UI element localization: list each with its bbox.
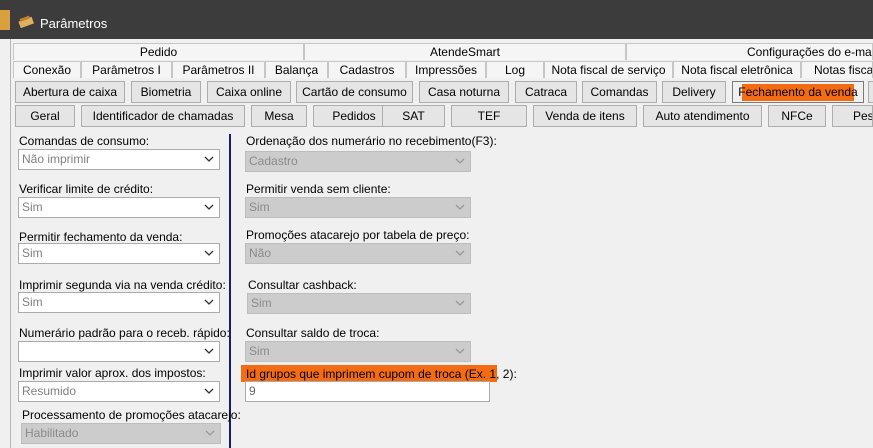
tab-pedido[interactable]: Pedido (13, 43, 304, 60)
chevron-down-icon (455, 300, 465, 306)
tab-fechamento-venda[interactable]: Fechamento da venda (732, 81, 864, 103)
tab-identificador-chamadas[interactable]: Identificador de chamadas (81, 105, 245, 127)
chevron-down-icon (455, 158, 465, 164)
impostos-select[interactable]: Resumido (18, 381, 220, 402)
tab-biometria[interactable]: Biometria (131, 81, 201, 103)
sem-cliente-select[interactable]: Sim (245, 197, 471, 218)
promo-preco-select[interactable]: Não (245, 243, 471, 264)
tab-abertura-caixa[interactable]: Abertura de caixa (15, 81, 125, 103)
tab-parametros-i[interactable]: Parâmetros I (81, 61, 172, 78)
limite-credito-label: Verificar limite de crédito: (19, 182, 154, 196)
fechamento-label: Permitir fechamento da venda: (19, 230, 183, 244)
cashback-select[interactable]: Sim (247, 293, 471, 314)
limite-credito-select[interactable]: Sim (18, 197, 220, 218)
chevron-down-icon (204, 156, 214, 162)
app-icon (18, 15, 34, 28)
sem-cliente-label: Permitir venda sem cliente: (246, 182, 391, 196)
segunda-via-select[interactable]: Sim (18, 292, 220, 313)
impostos-label: Imprimir valor aprox. dos impostos: (19, 366, 206, 380)
tab-configuracoes-email[interactable]: Configurações do e-mail (626, 43, 873, 60)
tab-balanca[interactable]: Balança (265, 61, 328, 78)
segunda-via-label: Imprimir segunda via na venda crédito: (19, 278, 226, 292)
numerario-label: Numerário padrão para o receb. rápido: (19, 326, 230, 340)
promo-preco-label: Promoções atacarejo por tabela de preço: (246, 228, 470, 242)
tab-nota-fiscal-eletronica[interactable]: Nota fiscal eletrônica (673, 61, 801, 78)
promocoes-label: Processamento de promoções atacarejo: (22, 408, 241, 422)
saldo-troca-select[interactable]: Sim (245, 341, 471, 362)
tab-peso[interactable]: Peso (832, 105, 873, 127)
tab-conexao[interactable]: Conexão (13, 61, 81, 78)
chevron-down-icon (455, 250, 465, 256)
tab-log[interactable]: Log (486, 61, 544, 78)
window-titlebar: Parâmetros (0, 0, 873, 39)
chevron-down-icon (204, 250, 214, 256)
tab-auto-atendimento[interactable]: Auto atendimento (643, 105, 762, 127)
tab-parametros-ii[interactable]: Parâmetros II (172, 61, 265, 78)
tab-impressoes[interactable]: Impressões (406, 61, 486, 78)
chevron-down-icon (455, 348, 465, 354)
window-title: Parâmetros (40, 16, 108, 31)
tab-casa-noturna[interactable]: Casa noturna (419, 81, 509, 103)
background-window-fragment (0, 10, 10, 30)
tab-mesa[interactable]: Mesa (251, 105, 307, 127)
chevron-down-icon (205, 430, 215, 436)
chevron-down-icon (204, 204, 214, 210)
id-grupos-label: Id grupos que imprimem cupom de troca (E… (246, 367, 517, 381)
ordenacao-label: Ordenação dos numerário no recebimento(F… (246, 134, 497, 148)
tab-tef[interactable]: TEF (451, 105, 527, 127)
chevron-down-icon (455, 204, 465, 210)
tab-cadastros[interactable]: Cadastros (328, 61, 406, 78)
tab-comandas[interactable]: Comandas (582, 81, 657, 103)
tab-cartao-consumo[interactable]: Cartão de consumo (296, 81, 413, 103)
tab-overflow-edge[interactable] (868, 81, 873, 103)
tab-geral[interactable]: Geral (15, 105, 75, 127)
comandas-select[interactable]: Não imprimir (18, 149, 220, 170)
id-grupos-input[interactable]: 9 (245, 381, 490, 402)
column-separator (229, 134, 231, 448)
ordenacao-select[interactable]: Cadastro (245, 151, 471, 172)
tab-sat[interactable]: SAT (382, 105, 445, 127)
tab-nfce[interactable]: NFCe (768, 105, 826, 127)
tab-notas-fiscais[interactable]: Notas fiscais (801, 61, 873, 78)
tab-venda-itens[interactable]: Venda de itens (533, 105, 637, 127)
fechamento-select[interactable]: Sim (18, 243, 220, 264)
tab-nota-fiscal-servico[interactable]: Nota fiscal de serviço (544, 61, 673, 78)
saldo-troca-label: Consultar saldo de troca: (246, 326, 380, 340)
chevron-down-icon (204, 299, 214, 305)
promocoes-select[interactable]: Habilitado (21, 423, 221, 444)
numerario-select[interactable] (18, 341, 220, 362)
cashback-label: Consultar cashback: (248, 278, 357, 292)
tab-caixa-online[interactable]: Caixa online (207, 81, 291, 103)
tab-catraca[interactable]: Catraca (515, 81, 577, 103)
tab-delivery[interactable]: Delivery (662, 81, 726, 103)
chevron-down-icon (204, 348, 214, 354)
chevron-down-icon (204, 388, 214, 394)
comandas-label: Comandas de consumo: (19, 134, 150, 148)
tab-atendesmart[interactable]: AtendeSmart (304, 43, 626, 60)
